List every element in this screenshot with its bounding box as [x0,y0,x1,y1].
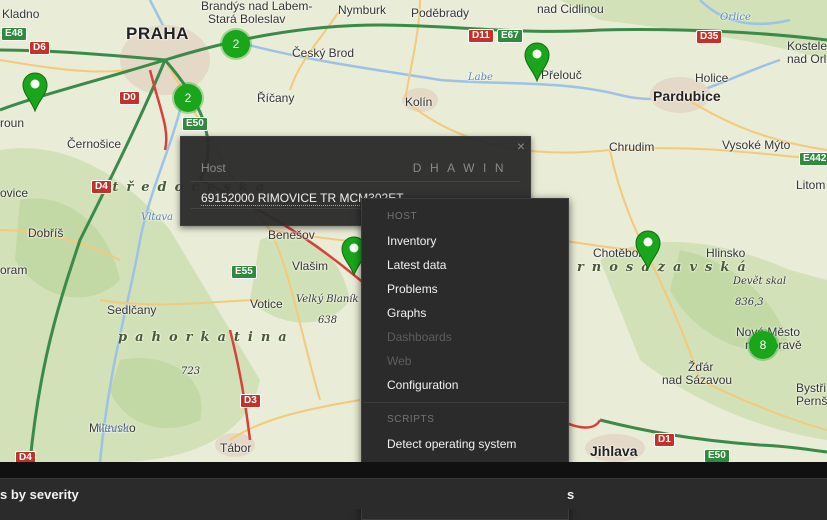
map-elevation-label: 723 [181,366,201,377]
menu-item-inventory[interactable]: Inventory [387,234,436,248]
map-elevation-label: 638 [318,315,338,326]
road-shield: D4 [15,451,36,462]
map-place-label: Stará Boleslav [208,12,286,26]
column-severity-letters: DHAWIN [412,161,512,175]
map-place-label: Litom [796,178,826,192]
map-place-label: Český Brod [292,46,355,60]
map-place-label: Nymburk [338,3,387,17]
road-shield: D1 [654,433,675,447]
map-pin-icon[interactable] [524,42,550,83]
map-place-label: Jihlava [590,443,638,459]
map-place-label: Pernš [796,394,827,408]
map-place-label: nad Orl [787,52,827,66]
dashboard-bottom-row: s by severity s [0,462,827,509]
map-place-label: roun [0,116,25,130]
map-peak-label: Velký Blaník [296,294,359,305]
widget-title-right: s [567,487,575,502]
map-place-label: nad Cidlinou [537,2,604,16]
map-place-label: Sedlčany [107,303,157,317]
map-place-label: Kolín [405,95,433,109]
map-place-label: Hlinsko [706,246,746,260]
road-shield: E55 [231,265,257,279]
hint-table-header: Host DHAWIN [191,159,520,182]
menu-section-host: HOST [387,211,418,222]
map-place-label: Poděbrady [411,6,470,20]
map-pin-icon[interactable] [635,230,661,271]
road-shield: E50 [704,449,730,462]
menu-item-graphs[interactable]: Graphs [387,306,426,320]
map-water-label: Orlice [720,12,751,23]
menu-separator [363,402,567,403]
road-shield: E67 [497,29,523,43]
road-shield: E442 [799,152,827,166]
map-place-label: Černošice [67,137,122,151]
map-water-label: Vltava [141,212,174,223]
map-place-label: ovice [0,186,29,200]
map-place-label: Vysoké Mýto [722,138,791,152]
road-shield: D3 [240,394,261,408]
menu-item-configuration[interactable]: Configuration [387,378,458,392]
map-peak-label: Devět skal [733,276,787,287]
road-shield: D0 [119,91,140,105]
widget-title-problems-by-severity: s by severity [0,487,79,502]
road-shield: D6 [29,41,50,55]
map-place-label: Kostele [787,39,827,53]
menu-item-web: Web [387,354,412,368]
menu-section-scripts: SCRIPTS [387,414,435,425]
map-place-label: Kladno [2,7,40,21]
map-place-label: Bystři [796,381,826,395]
map-place-label: Pardubice [653,88,721,104]
widget-header-bar [0,478,827,509]
map-water-label: Vltava [97,424,130,435]
map-place-label: Holice [695,71,729,85]
marker-cluster[interactable]: 2 [174,84,202,112]
road-shield: D11 [468,29,494,43]
map-elevation-label: 836,3 [735,297,764,308]
map-place-label: Žďár [688,360,714,374]
menu-item-detect-os[interactable]: Detect operating system [387,437,516,451]
map-region-label: pahorkatina [118,330,295,345]
road-shield: E48 [1,27,27,41]
column-host: Host [201,161,226,175]
menu-item-latest-data[interactable]: Latest data [387,258,446,272]
close-icon[interactable]: × [517,138,525,154]
map-place-label: PRAHA [126,24,189,43]
menu-item-problems[interactable]: Problems [387,282,438,296]
map-place-label: Tábor [220,441,252,455]
road-shield: E50 [182,117,208,131]
marker-cluster[interactable]: 2 [222,30,250,58]
map-water-label: Labe [468,72,493,83]
map-place-label: Vlašim [292,259,329,273]
map-pin-icon[interactable] [22,72,48,113]
map-place-label: Benešov [268,228,315,242]
map-place-label: Chrudim [609,140,655,154]
road-shield: D35 [696,30,723,44]
menu-item-dashboards: Dashboards [387,330,452,344]
road-shield: D4 [91,180,112,194]
marker-cluster[interactable]: 8 [749,331,777,359]
map-place-label: Votice [250,297,283,311]
map-place-label: Dobříš [28,226,64,240]
map-place-label: nad Sázavou [662,373,733,387]
map-place-label: Říčany [257,91,295,105]
map-place-label: oram [0,263,28,277]
